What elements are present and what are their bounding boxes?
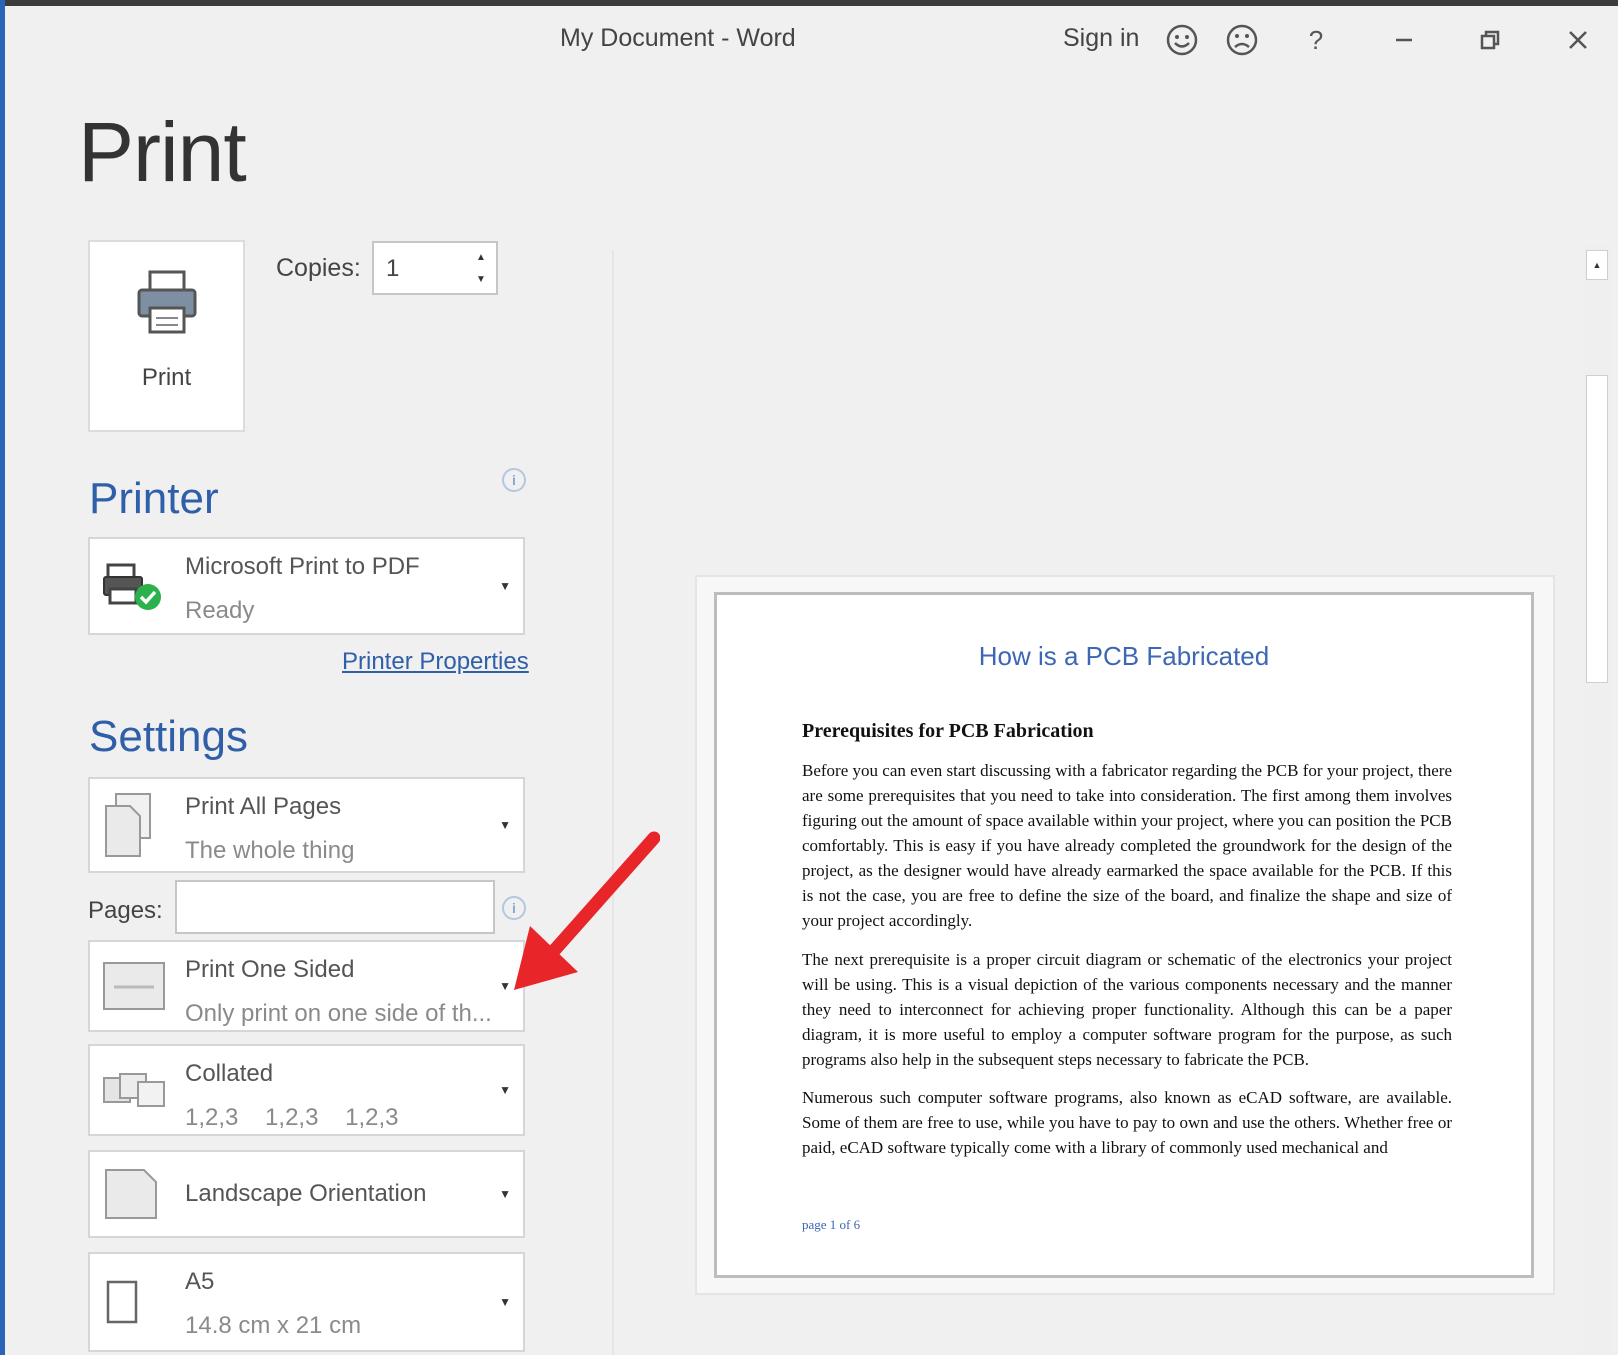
document-title: How is a PCB Fabricated [978, 641, 1270, 671]
copies-input[interactable] [386, 255, 466, 283]
spin-down-icon[interactable]: ▼ [476, 271, 486, 289]
pages-label: Pages: [88, 897, 163, 924]
paper-size-dropdown[interactable]: A5 14.8 cm x 21 cm ▼ [88, 1252, 525, 1352]
document-paragraph: The next prerequisite is a proper circui… [802, 950, 1452, 1069]
chevron-down-icon: ▼ [499, 1187, 511, 1201]
scroll-up-icon[interactable]: ▲ [1586, 250, 1608, 280]
preview-page: How is a PCB Fabricated Prerequisites fo… [714, 592, 1534, 1278]
sign-in-link[interactable]: Sign in [1063, 24, 1139, 53]
window-top-border [0, 0, 1618, 6]
printer-icon [137, 270, 197, 334]
scrollbar-thumb[interactable] [1586, 375, 1608, 683]
sides-title: Print One Sided [185, 956, 355, 983]
chevron-down-icon: ▼ [499, 1083, 511, 1097]
window-title: My Document - Word [560, 24, 796, 52]
printer-section-title: Printer [89, 474, 219, 523]
paper-size-subtitle: 14.8 cm x 21 cm [185, 1312, 362, 1339]
collation-dropdown[interactable]: Collated 1,2,3 1,2,3 1,2,3 ▼ [88, 1044, 525, 1136]
chevron-down-icon: ▼ [499, 1295, 511, 1309]
pages-icon [105, 793, 151, 857]
page-number: page 1 of 6 [802, 1217, 861, 1232]
minimize-icon [1396, 38, 1412, 42]
frown-feedback-button[interactable] [1222, 20, 1262, 60]
document-subheading: Prerequisites for PCB Fabrication [802, 720, 1094, 742]
close-icon [1569, 31, 1587, 49]
help-button[interactable]: ? [1296, 20, 1336, 60]
print-button-label: Print [141, 364, 192, 391]
sides-subtitle: Only print on one side of th... [185, 1000, 492, 1027]
printer-dropdown[interactable]: Microsoft Print to PDF Ready ▼ [88, 537, 525, 635]
print-range-dropdown[interactable]: Print All Pages The whole thing ▼ [88, 777, 525, 873]
window-left-border [0, 0, 5, 1355]
frown-icon [1226, 24, 1258, 56]
panel-divider [612, 250, 614, 1355]
paper-size-icon [106, 1280, 138, 1324]
pages-input[interactable] [175, 880, 495, 934]
help-icon: ? [1308, 24, 1324, 55]
copies-stepper[interactable]: ▲ ▼ [372, 241, 498, 295]
smile-icon [1166, 24, 1198, 56]
restore-button[interactable] [1470, 20, 1510, 60]
printer-status: Ready [185, 597, 255, 624]
printer-ready-icon [103, 563, 161, 610]
orientation-title: Landscape Orientation [185, 1180, 427, 1207]
copies-spin-buttons[interactable]: ▲ ▼ [474, 249, 488, 289]
one-sided-icon [103, 962, 165, 1010]
printer-properties-link[interactable]: Printer Properties [342, 648, 529, 676]
print-button[interactable]: Print [88, 240, 245, 432]
chevron-down-icon: ▼ [499, 579, 511, 593]
spin-up-icon[interactable]: ▲ [476, 249, 486, 267]
print-range-subtitle: The whole thing [185, 837, 355, 864]
copies-label: Copies: [276, 254, 361, 282]
smile-feedback-button[interactable] [1162, 20, 1202, 60]
paper-size-title: A5 [185, 1268, 215, 1295]
collated-icon [103, 1073, 165, 1107]
print-range-title: Print All Pages [185, 793, 342, 820]
orientation-icon [105, 1169, 157, 1219]
settings-section-title: Settings [89, 712, 248, 761]
orientation-dropdown[interactable]: Landscape Orientation ▼ [88, 1150, 525, 1238]
page-title: Print [78, 105, 247, 199]
close-button[interactable] [1558, 20, 1598, 60]
document-paragraph: Before you can even start discussing wit… [802, 761, 1452, 930]
collation-title: Collated [185, 1060, 274, 1087]
document-paragraph: Numerous such computer software programs… [802, 1088, 1452, 1157]
printer-name: Microsoft Print to PDF [185, 553, 420, 580]
annotation-arrow-icon [514, 831, 660, 990]
restore-icon [1480, 30, 1500, 50]
collation-subtitle: 1,2,3 1,2,3 1,2,3 [185, 1104, 399, 1131]
minimize-button[interactable] [1384, 20, 1424, 60]
sides-dropdown[interactable]: Print One Sided Only print on one side o… [88, 940, 525, 1032]
printer-info-icon[interactable]: i [502, 468, 526, 492]
